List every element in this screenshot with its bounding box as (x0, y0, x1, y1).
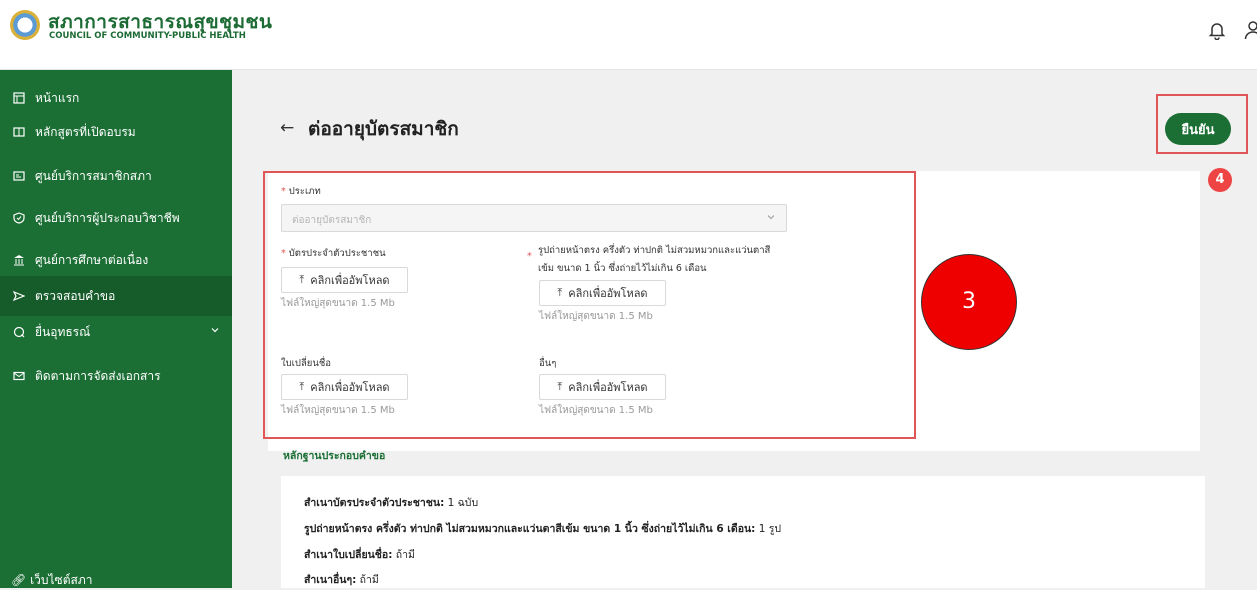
bank-icon (11, 252, 27, 268)
evidence-item: สำเนาอื่นๆ: ถ้ามี (304, 574, 379, 586)
user-icon[interactable] (1244, 20, 1257, 40)
home-icon (11, 90, 27, 106)
sidebar-item-professional-service[interactable]: ศูนย์บริการผู้ประกอบวิชาชีพ (0, 198, 232, 238)
bell-icon[interactable] (1208, 20, 1226, 40)
evidence-item: สำเนาใบเปลี่ยนชื่อ: ถ้ามี (304, 549, 415, 561)
id-card-icon (11, 168, 27, 184)
highlight-box-4 (1156, 94, 1248, 154)
evidence-item: รูปถ่ายหน้าตรง ครึ่งตัว ท่าปกติ ไม่สวมหม… (304, 523, 782, 535)
link-icon: 🔗︎ (11, 573, 27, 587)
back-arrow-icon[interactable]: ← (280, 118, 294, 138)
sidebar-item-website[interactable]: 🔗︎ เว็บไซต์สภา (11, 571, 92, 590)
sidebar-item-label: หลักสูตรที่เปิดอบรม (35, 124, 136, 139)
step-marker-3: 3 (921, 254, 1017, 350)
chevron-down-icon (210, 324, 220, 338)
brand-name-english[interactable]: COUNCIL OF COMMUNITY-PUBLIC HEALTH (49, 31, 246, 41)
sidebar-item-label: หน้าแรก (35, 90, 80, 105)
sidebar-item-courses[interactable]: หลักสูตรที่เปิดอบรม (0, 112, 232, 152)
evidence-item: สำเนาบัตรประจำตัวประชาชน: 1 ฉบับ (304, 497, 479, 509)
sidebar-item-label: ยื่นอุทธรณ์ (35, 324, 91, 339)
sidebar-item-label: ตรวจสอบคำขอ (35, 288, 116, 303)
chat-icon (11, 324, 27, 340)
sidebar-item-document-tracking[interactable]: ติดตามการจัดส่งเอกสาร (0, 356, 232, 396)
shield-icon (11, 210, 27, 226)
sidebar-item-label: ติดตามการจัดส่งเอกสาร (35, 368, 161, 383)
sidebar-item-label: ศูนย์การศึกษาต่อเนื่อง (35, 252, 149, 267)
top-header: สภาการสาธารณสุขชุมชน COUNCIL OF COMMUNIT… (0, 0, 1257, 70)
evidence-title: หลักฐานประกอบคำขอ (283, 450, 386, 462)
mail-icon (11, 368, 27, 384)
sidebar-item-label: เว็บไซต์สภา (30, 573, 93, 587)
highlight-box-3 (263, 171, 916, 439)
council-logo[interactable] (10, 10, 40, 40)
sidebar-item-label: ศูนย์บริการสมาชิกสภา (35, 168, 152, 183)
send-icon (11, 288, 27, 304)
step-marker-4: 4 (1208, 168, 1232, 192)
sidebar-item-member-service[interactable]: ศูนย์บริการสมาชิกสภา (0, 156, 232, 196)
sidebar-item-appeal[interactable]: ยื่นอุทธรณ์ (0, 312, 232, 352)
sidebar-item-check-request[interactable]: ตรวจสอบคำขอ (0, 276, 232, 316)
page-title: ต่ออายุบัตรสมาชิก (308, 118, 459, 140)
sidebar-item-label: ศูนย์บริการผู้ประกอบวิชาชีพ (35, 210, 180, 225)
book-icon (11, 124, 27, 140)
sidebar-item-continuing-education[interactable]: ศูนย์การศึกษาต่อเนื่อง (0, 240, 232, 280)
